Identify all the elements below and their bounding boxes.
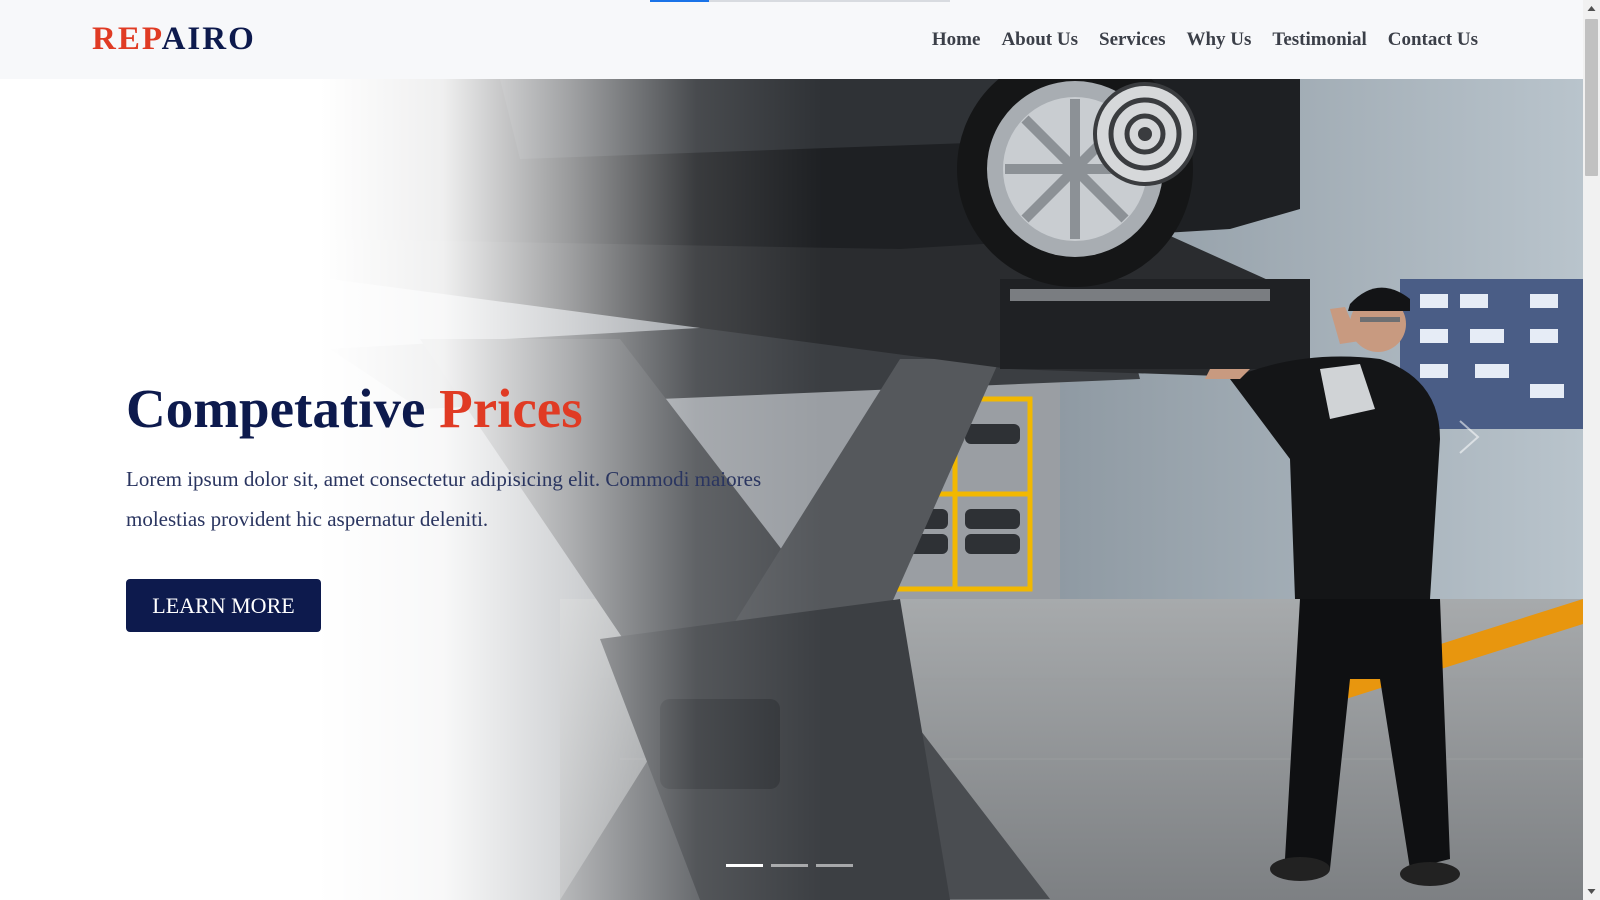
carousel-indicator-2[interactable] bbox=[771, 864, 808, 867]
main-nav: Home About Us Services Why Us Testimonia… bbox=[932, 26, 1478, 54]
scroll-up-icon[interactable] bbox=[1583, 0, 1600, 17]
carousel-indicators bbox=[726, 864, 853, 867]
page-scrollbar[interactable] bbox=[1583, 0, 1600, 900]
hero-title-main: Competative bbox=[126, 378, 440, 439]
logo-text-red: REP bbox=[92, 21, 162, 57]
nav-link-testimonial[interactable]: Testimonial bbox=[1272, 26, 1366, 54]
scroll-down-icon[interactable] bbox=[1583, 883, 1600, 900]
hero-title-accent: Prices bbox=[439, 378, 583, 439]
site-logo[interactable]: REPAIRO bbox=[92, 18, 256, 60]
carousel-indicator-1[interactable] bbox=[726, 864, 763, 867]
nav-link-services[interactable]: Services bbox=[1099, 26, 1165, 54]
nav-link-contact-us[interactable]: Contact Us bbox=[1388, 26, 1478, 54]
logo-text-navy: AIRO bbox=[161, 21, 256, 57]
hero-description: Lorem ipsum dolor sit, amet consectetur … bbox=[126, 467, 762, 531]
carousel-indicator-3[interactable] bbox=[816, 864, 853, 867]
hero-title: Competative Prices bbox=[126, 377, 846, 441]
page-load-progress-fill bbox=[650, 0, 709, 2]
hero-caption: Competative Prices Lorem ipsum dolor sit… bbox=[126, 377, 846, 632]
carousel-next-icon[interactable] bbox=[1452, 417, 1486, 457]
scrollbar-thumb[interactable] bbox=[1585, 19, 1598, 176]
nav-link-home[interactable]: Home bbox=[932, 26, 981, 54]
page-load-progress bbox=[650, 0, 950, 2]
hero-carousel: Competative Prices Lorem ipsum dolor sit… bbox=[0, 79, 1583, 900]
nav-link-about-us[interactable]: About Us bbox=[1001, 26, 1078, 54]
nav-link-why-us[interactable]: Why Us bbox=[1186, 26, 1251, 54]
learn-more-button[interactable]: LEARN MORE bbox=[126, 579, 321, 632]
site-header: REPAIRO Home About Us Services Why Us Te… bbox=[0, 0, 1583, 79]
